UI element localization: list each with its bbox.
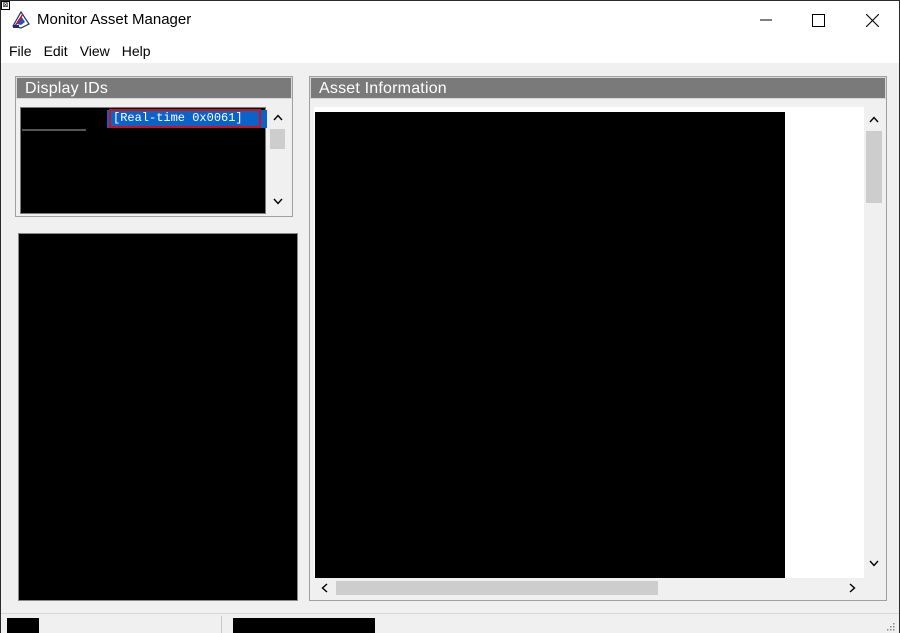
hscroll-thumb[interactable]: [336, 581, 658, 595]
scroll-thumb[interactable]: [270, 129, 285, 149]
close-icon: [865, 13, 879, 27]
asset-information-content: [315, 112, 785, 578]
menu-help[interactable]: Help: [118, 39, 155, 63]
title-bar[interactable]: ⊠ Monitor Asset Manager: [1, 1, 899, 39]
menu-bar: File Edit View Help: [1, 39, 899, 63]
display-ids-header: Display IDs: [16, 77, 292, 99]
asset-information-panel: Asset Information: [309, 76, 887, 601]
system-menu-icon[interactable]: ⊠: [1, 1, 10, 10]
status-bar: [1, 613, 899, 633]
display-ids-list[interactable]: [Real-time 0x0061]: [20, 107, 285, 214]
scroll-up-icon[interactable]: [267, 109, 288, 126]
list-item-realtime[interactable]: [Real-time 0x0061]: [109, 109, 261, 128]
window-title: Monitor Asset Manager: [37, 11, 192, 28]
scroll-down-icon[interactable]: [864, 555, 884, 572]
menu-view[interactable]: View: [76, 39, 114, 63]
menu-edit[interactable]: Edit: [40, 39, 72, 63]
main-content: Display IDs [Real-time 0x0061] Asset Inf…: [1, 63, 899, 613]
asset-info-hscrollbar[interactable]: [314, 578, 864, 598]
status-separator: [221, 616, 222, 633]
monitor-asset-app-icon[interactable]: [11, 10, 31, 30]
status-cell-2: [233, 618, 375, 633]
asset-info-vscrollbar[interactable]: [864, 107, 884, 577]
display-ids-panel: Display IDs [Real-time 0x0061]: [15, 76, 293, 217]
status-cell-1: [7, 618, 39, 633]
scroll-down-icon[interactable]: [267, 193, 288, 210]
menu-file[interactable]: File: [5, 39, 36, 63]
maximize-icon: [811, 13, 825, 27]
scroll-left-icon[interactable]: [318, 582, 330, 594]
asset-information-view[interactable]: [314, 107, 864, 578]
minimize-button[interactable]: [743, 1, 789, 39]
asset-information-header: Asset Information: [310, 77, 886, 99]
list-item-redacted[interactable]: [22, 109, 86, 131]
close-button[interactable]: [849, 1, 895, 39]
resize-grip-icon[interactable]: [885, 621, 895, 631]
details-panel: [18, 233, 298, 601]
minimize-icon: [760, 19, 772, 21]
scroll-right-icon[interactable]: [846, 582, 858, 594]
app-window: ⊠ Monitor Asset Manager File Edit View H…: [0, 0, 900, 633]
display-ids-scrollbar[interactable]: [267, 107, 288, 214]
scroll-up-icon[interactable]: [864, 111, 884, 128]
maximize-button[interactable]: [795, 1, 841, 39]
vscroll-thumb[interactable]: [866, 131, 882, 203]
